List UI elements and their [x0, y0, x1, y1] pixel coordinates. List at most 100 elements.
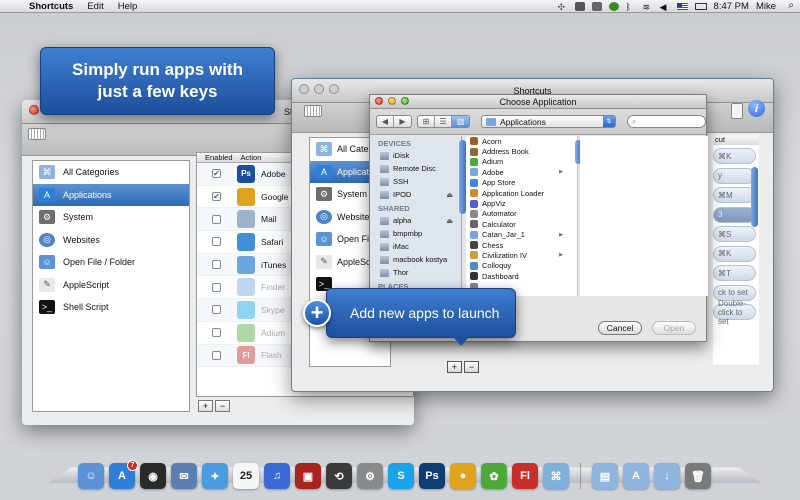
- file-item[interactable]: AppViz: [466, 198, 577, 208]
- category-shell-script[interactable]: >_ Shell Script: [33, 296, 189, 319]
- sidebar-item[interactable]: IPOD ⏏: [370, 188, 461, 201]
- add-button[interactable]: +: [447, 361, 462, 373]
- menu-clock[interactable]: 8:47 PM: [714, 1, 749, 12]
- sidebar-item[interactable]: Thor: [370, 266, 461, 279]
- remove-button[interactable]: −: [464, 361, 479, 373]
- shortcuts-menu-icon[interactable]: ✣: [558, 2, 568, 12]
- evernote-menu-icon[interactable]: [591, 1, 602, 11]
- file-item[interactable]: Adium: [466, 157, 577, 167]
- open-button[interactable]: Open: [652, 321, 696, 335]
- front-scrollbar[interactable]: [751, 167, 758, 227]
- minimize-button[interactable]: [314, 84, 324, 94]
- dock-photoshop-icon[interactable]: Ps: [419, 463, 445, 489]
- wifi-menu-icon[interactable]: ≋: [643, 2, 653, 12]
- info-icon[interactable]: i: [748, 100, 765, 117]
- file-item[interactable]: Chess: [466, 240, 577, 250]
- shortcut-field[interactable]: ⌘M: [713, 187, 756, 203]
- shortcut-field[interactable]: Double-click to set: [713, 299, 756, 326]
- dock-shortcuts-icon[interactable]: ⌘: [543, 463, 569, 489]
- menu-edit[interactable]: Edit: [80, 1, 110, 12]
- enabled-checkbox[interactable]: ✔: [212, 192, 221, 202]
- enabled-checkbox[interactable]: [212, 282, 221, 292]
- icon-view-icon[interactable]: ⊞: [418, 116, 435, 127]
- file-item[interactable]: Automator: [466, 209, 577, 219]
- shortcut-field[interactable]: ⌘S: [713, 226, 756, 242]
- battery-menu-icon[interactable]: [694, 2, 707, 10]
- script-toolbar-icon[interactable]: [731, 103, 743, 119]
- dock-safari-icon[interactable]: ✦: [202, 463, 228, 489]
- cancel-button[interactable]: Cancel: [598, 321, 642, 335]
- zoom-button[interactable]: [401, 97, 409, 105]
- file-item[interactable]: Calculator: [466, 219, 577, 229]
- sidebar-item[interactable]: iDisk: [370, 149, 461, 162]
- dropbox-menu-icon[interactable]: [574, 1, 585, 11]
- dock-preview-icon[interactable]: ✉: [171, 463, 197, 489]
- category-all[interactable]: ⌘ All Categories: [33, 161, 189, 184]
- shortcut-field[interactable]: y: [713, 167, 756, 184]
- enabled-checkbox[interactable]: [212, 237, 221, 247]
- category-applications[interactable]: A Applications: [33, 183, 189, 206]
- keyboard-icon[interactable]: [304, 105, 322, 117]
- list-view-icon[interactable]: ☰: [435, 116, 452, 127]
- dock-downloads-icon[interactable]: ↓: [654, 463, 680, 489]
- file-item[interactable]: Catan_Jar_1 ▶: [466, 230, 577, 240]
- dock-finder-icon[interactable]: ☺: [78, 463, 104, 489]
- dock-dashboard-icon[interactable]: ◉: [140, 463, 166, 489]
- file-item[interactable]: App Store: [466, 178, 577, 188]
- file-item[interactable]: Address Book: [466, 146, 577, 156]
- sidebar-item[interactable]: Remote Disc: [370, 162, 461, 175]
- enabled-checkbox[interactable]: [212, 350, 221, 360]
- enabled-checkbox[interactable]: [212, 214, 221, 224]
- sidebar-item[interactable]: alpha ⏏: [370, 214, 461, 227]
- file-item[interactable]: Acorn: [466, 136, 577, 146]
- location-popup[interactable]: Applications ⇅: [481, 115, 616, 128]
- menu-help[interactable]: Help: [111, 1, 145, 12]
- enabled-checkbox[interactable]: [212, 260, 221, 270]
- menu-user[interactable]: Mike: [756, 1, 776, 12]
- category-system[interactable]: ⚙ System: [33, 206, 189, 229]
- add-button[interactable]: +: [198, 400, 213, 412]
- file-item[interactable]: Civilization IV ▶: [466, 250, 577, 260]
- category-applescript[interactable]: ✎ AppleScript: [33, 274, 189, 297]
- category-websites[interactable]: ◎ Websites: [33, 229, 189, 252]
- close-button[interactable]: [29, 105, 39, 115]
- dock-system-preferences-icon[interactable]: ⚙: [357, 463, 383, 489]
- dock-app-store-icon[interactable]: A7: [109, 460, 138, 489]
- zoom-button[interactable]: [329, 84, 339, 94]
- file-item[interactable]: Application Loader: [466, 188, 577, 198]
- dock-flash-icon[interactable]: Fl: [512, 463, 538, 489]
- forward-arrow-icon[interactable]: ▶: [394, 116, 411, 127]
- dock-skype-icon[interactable]: S: [388, 463, 414, 489]
- sidebar-item[interactable]: iMac: [370, 240, 461, 253]
- remove-button[interactable]: −: [215, 400, 230, 412]
- bluetooth-menu-icon[interactable]: ᛒ: [626, 2, 636, 12]
- shortcut-field[interactable]: ⌘K: [713, 148, 756, 164]
- dock-trash-icon[interactable]: 🗑: [685, 463, 711, 489]
- enabled-checkbox[interactable]: [212, 328, 221, 338]
- column-enabled[interactable]: Enabled: [197, 153, 233, 162]
- file-item[interactable]: Colloquy: [466, 261, 577, 271]
- category-open-file[interactable]: ☺ Open File / Folder: [33, 251, 189, 274]
- dock-calendar-icon[interactable]: 25: [233, 463, 259, 489]
- dock-applications-icon[interactable]: A: [623, 463, 649, 489]
- close-button[interactable]: [375, 97, 383, 105]
- shortcut-field[interactable]: 3: [713, 206, 756, 223]
- keyboard-icon[interactable]: [28, 128, 46, 140]
- volume-menu-icon[interactable]: ◀: [660, 2, 670, 12]
- sidebar-item[interactable]: macbook kostya: [370, 253, 461, 266]
- eject-icon[interactable]: ⏏: [446, 191, 453, 199]
- adium-menu-icon[interactable]: [608, 1, 619, 11]
- minimize-button[interactable]: [388, 97, 396, 105]
- us-flag-input-icon[interactable]: [676, 2, 688, 10]
- spotlight-icon[interactable]: ⌕: [788, 0, 794, 11]
- eject-icon[interactable]: ⏏: [446, 217, 453, 225]
- enabled-checkbox[interactable]: [212, 305, 221, 315]
- search-field[interactable]: ⌕: [626, 115, 706, 128]
- dock-photo-booth-icon[interactable]: ▣: [295, 463, 321, 489]
- dock-documents-icon[interactable]: ▤: [592, 463, 618, 489]
- sidebar-item[interactable]: bmpmbp: [370, 227, 461, 240]
- menu-app-name[interactable]: Shortcuts: [22, 1, 80, 12]
- sidebar-item[interactable]: SSH: [370, 175, 461, 188]
- dock-adium-icon[interactable]: ✿: [481, 463, 507, 489]
- shortcut-field[interactable]: ⌘T: [713, 265, 756, 281]
